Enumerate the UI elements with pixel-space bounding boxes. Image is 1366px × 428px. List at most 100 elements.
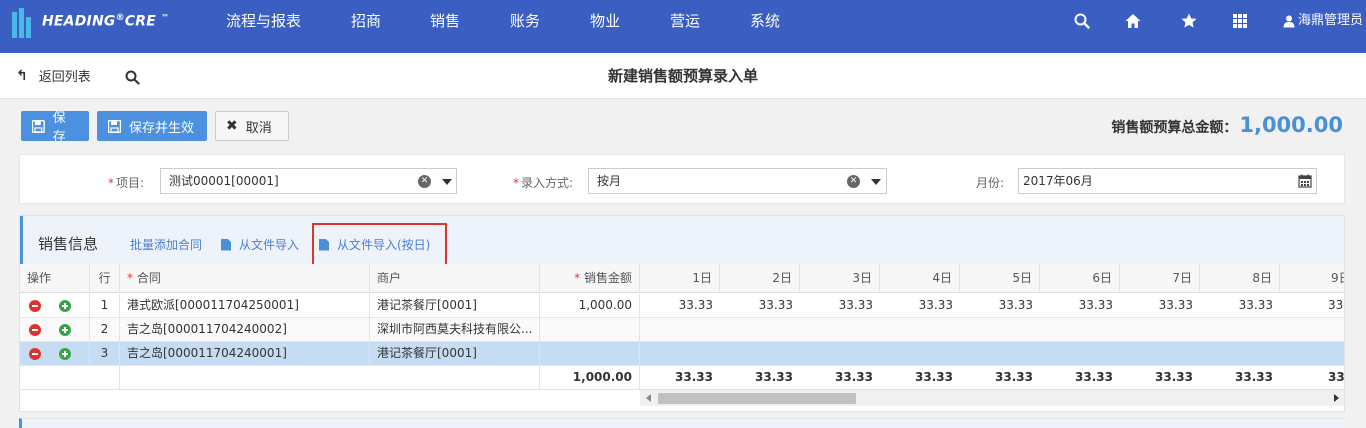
nav-item-accounts[interactable]: 账务 [510, 0, 540, 53]
entry-mode-label: * 录入方式: [513, 176, 574, 190]
nav-item-sales[interactable]: 销售 [430, 0, 460, 53]
col-day-8: 8日 [1200, 264, 1280, 292]
total-amount: 1,000.00 [540, 366, 640, 389]
col-merchant[interactable]: 商户 [370, 264, 540, 292]
amount-cell[interactable] [540, 318, 640, 341]
merchant-cell[interactable]: 港记茶餐厅[0001] [370, 342, 540, 365]
user-icon [1283, 15, 1295, 27]
month-label: 月份: [976, 176, 1005, 190]
contract-cell[interactable]: 吉之岛[000011704240002] [120, 318, 370, 341]
remove-row-icon[interactable] [29, 300, 41, 312]
col-day-9: 9日 [1280, 264, 1344, 292]
user-menu[interactable]: 海鼎管理员 [1283, 0, 1363, 42]
day-cell[interactable]: 33.3 [1280, 294, 1344, 317]
day-total: 33.33 [755, 370, 793, 384]
amount-cell[interactable]: 1,000.00 [540, 294, 640, 317]
file-icon [221, 238, 231, 251]
calendar-icon[interactable] [1298, 174, 1312, 188]
top-nav: HEADING®CRE ™ 流程与报表 招商 销售 账务 物业 营运 系统 海鼎… [0, 0, 1366, 53]
brand-logo[interactable]: HEADING®CRE ™ [12, 6, 169, 42]
add-row-icon[interactable] [59, 324, 71, 336]
totals-row: 1,000.00 33.33 33.33 33.33 33.33 33.33 3… [20, 366, 1345, 390]
sales-info-title: 销售信息 [38, 235, 99, 253]
search-icon[interactable] [1073, 12, 1091, 30]
home-icon[interactable] [1124, 12, 1142, 30]
col-row-number: 行 [90, 264, 120, 292]
scroll-right-arrow-icon[interactable] [1334, 394, 1339, 402]
day-cells-empty[interactable] [640, 318, 1344, 341]
annotation-highlight-box [312, 223, 447, 269]
merchant-cell[interactable]: 港记茶餐厅[0001] [370, 294, 540, 317]
table-row[interactable]: 1 港式欧派[000011704250001] 港记茶餐厅[0001] 1,00… [20, 294, 1344, 318]
next-panel-header [19, 418, 1345, 428]
day-cell[interactable]: 33.33 [800, 294, 880, 317]
col-day-6: 6日 [1040, 264, 1120, 292]
day-total: 33.33 [1075, 370, 1113, 384]
day-total: 33.33 [675, 370, 713, 384]
day-cells-empty[interactable] [640, 342, 1344, 365]
contract-cell[interactable]: 港式欧派[000011704250001] [120, 294, 370, 317]
day-cell[interactable]: 33.33 [640, 294, 720, 317]
month-value: 2017年06月 [1023, 174, 1093, 188]
add-row-icon[interactable] [59, 300, 71, 312]
entry-mode-value: 按月 [597, 174, 622, 188]
batch-add-contracts-link[interactable]: 批量添加合同 [130, 236, 202, 253]
day-cell[interactable]: 33.33 [880, 294, 960, 317]
day-total: 33.3 [1328, 370, 1345, 384]
brand-name: HEADING®CRE ™ [42, 12, 170, 30]
nav-item-leasing[interactable]: 招商 [351, 0, 381, 53]
col-day-3: 3日 [800, 264, 880, 292]
chevron-down-icon[interactable] [871, 179, 881, 185]
merchant-cell[interactable]: 深圳市阿西莫夫科技有限公... [370, 318, 540, 341]
amount-cell[interactable] [540, 342, 640, 365]
save-icon [32, 119, 45, 133]
day-cell[interactable]: 33.33 [1120, 294, 1200, 317]
close-icon: ✖ [226, 118, 238, 134]
add-row-icon[interactable] [59, 348, 71, 360]
row-number: 2 [90, 318, 120, 341]
day-total: 33.33 [995, 370, 1033, 384]
day-cell[interactable]: 33.33 [1200, 294, 1280, 317]
cancel-label: 取消 [245, 120, 272, 136]
sales-info-panel: 销售信息 批量添加合同 从文件导入 从文件导入(按日) 操作 行 * 合同 商户… [19, 215, 1345, 412]
day-cell[interactable]: 33.33 [960, 294, 1040, 317]
remove-row-icon[interactable] [29, 348, 41, 360]
star-icon[interactable] [1180, 12, 1198, 30]
table-row-selected[interactable]: 3 吉之岛[000011704240001] 港记茶餐厅[0001] [20, 342, 1344, 366]
project-select[interactable]: 测试00001[00001] ✕ [160, 168, 457, 194]
col-sales-amount[interactable]: * 销售金额 [540, 264, 640, 292]
user-name: 海鼎管理员 [1298, 13, 1364, 28]
project-value: 测试00001[00001] [169, 174, 279, 188]
day-cell[interactable]: 33.33 [1040, 294, 1120, 317]
clear-icon[interactable]: ✕ [847, 175, 860, 188]
save-and-activate-button[interactable]: 保存并生效 [97, 111, 207, 141]
import-from-file-link[interactable]: 从文件导入 [221, 236, 299, 253]
page-title: 新建销售额预算录入单 [607, 67, 758, 85]
nav-item-system[interactable]: 系统 [750, 0, 780, 53]
horizontal-scrollbar[interactable] [640, 389, 1344, 406]
day-total: 33.33 [915, 370, 953, 384]
chevron-down-icon[interactable] [442, 179, 452, 185]
remove-row-icon[interactable] [29, 324, 41, 336]
nav-item-process-reports[interactable]: 流程与报表 [226, 0, 301, 53]
scrollbar-thumb[interactable] [658, 393, 856, 404]
nav-item-property[interactable]: 物业 [590, 0, 620, 53]
nav-item-operations[interactable]: 营运 [670, 0, 700, 53]
contract-cell[interactable]: 吉之岛[000011704240001] [120, 342, 370, 365]
table-row[interactable]: 2 吉之岛[000011704240002] 深圳市阿西莫夫科技有限公... [20, 318, 1344, 342]
col-day-7: 7日 [1120, 264, 1200, 292]
cancel-button[interactable]: ✖ 取消 [215, 111, 289, 141]
sales-info-header: 销售信息 批量添加合同 从文件导入 从文件导入(按日) [20, 216, 1344, 264]
row-number: 3 [90, 342, 120, 365]
day-total: 33.33 [1155, 370, 1193, 384]
col-day-2: 2日 [720, 264, 800, 292]
apps-grid-icon[interactable] [1231, 12, 1249, 30]
save-button[interactable]: 保存 [21, 111, 89, 145]
row-number: 1 [90, 294, 120, 317]
col-contract[interactable]: * 合同 [120, 264, 370, 292]
clear-icon[interactable]: ✕ [418, 175, 431, 188]
entry-mode-select[interactable]: 按月 ✕ [588, 168, 887, 194]
month-date-input[interactable]: 2017年06月 [1018, 168, 1317, 194]
scroll-left-arrow-icon[interactable] [646, 394, 651, 402]
day-cell[interactable]: 33.33 [720, 294, 800, 317]
